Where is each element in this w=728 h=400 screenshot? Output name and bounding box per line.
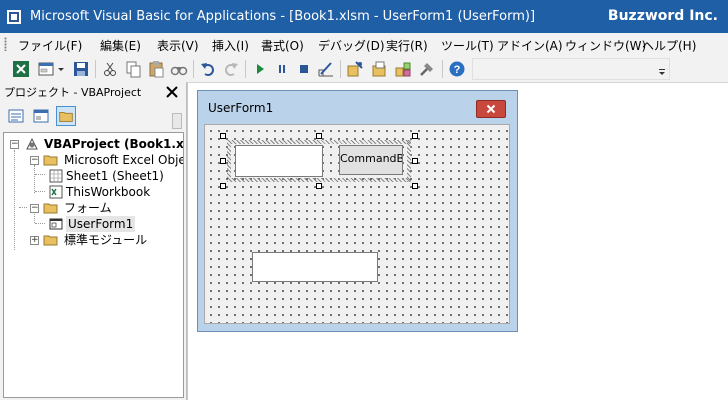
resize-handle[interactable] [220,158,226,164]
toolbox-icon[interactable] [418,60,436,78]
resize-handle[interactable] [316,183,322,189]
excel-icon[interactable] [12,60,30,78]
tree-label: ThisWorkbook [66,185,151,199]
properties-icon[interactable] [370,60,388,78]
workbook-icon [49,185,63,199]
close-icon[interactable] [164,84,180,100]
help-icon[interactable]: ? [448,60,466,78]
menu-insert[interactable]: 挿入(I) [212,37,249,54]
toolbar-separator [193,60,194,78]
toggle-folders-icon[interactable] [56,106,76,126]
tree-label: フォーム [64,201,112,215]
undo-icon[interactable] [199,60,217,78]
worksheet-icon [49,169,63,183]
view-code-icon[interactable] [6,106,26,126]
collapse-toggle[interactable]: − [30,204,39,213]
chevron-down-icon[interactable] [57,60,65,78]
tree-label: VBAProject (Book1.xlsm) [44,137,184,151]
project-explorer-icon[interactable] [346,60,364,78]
svg-text:?: ? [454,64,461,76]
menu-run[interactable]: 実行(R) [386,37,428,54]
object-browser-icon[interactable] [394,60,412,78]
redo-icon[interactable] [222,60,240,78]
resize-handle[interactable] [412,133,418,139]
close-icon [486,104,496,114]
menu-tools[interactable]: ツール(T) [441,37,494,54]
expand-toggle[interactable]: + [30,236,39,245]
break-icon[interactable] [273,60,291,78]
copy-icon[interactable] [124,60,142,78]
tree-label: Sheet1 (Sheet1) [66,169,164,183]
design-mode-icon[interactable] [317,60,335,78]
tree-label: UserForm1 [66,216,136,232]
resize-handle[interactable] [220,133,226,139]
menu-format[interactable]: 書式(O) [261,37,304,54]
folder-open-icon [43,155,58,166]
toolbar-separator [95,60,96,78]
toolbar-separator [245,60,246,78]
panel-title: プロジェクト - VBAProject [4,86,142,99]
vbaproject-icon [26,137,38,150]
tree-item-modules[interactable]: + 標準モジュール [4,232,182,248]
vba-app-icon [7,10,21,24]
collapse-toggle[interactable]: − [30,156,39,165]
run-icon[interactable] [251,60,269,78]
userform-designer-window[interactable]: UserForm1 CommandB [197,90,518,332]
menu-edit[interactable]: 編集(E) [100,37,141,54]
tree-item-userform1[interactable]: UserForm1 [4,216,182,232]
tree-label: 標準モジュール [64,233,148,247]
menu-debug[interactable]: デバッグ(D) [318,37,385,54]
folder-closed-icon [43,235,58,246]
reset-icon[interactable] [295,60,313,78]
menu-bar: ファイル(F) 編集(E) 表示(V) 挿入(I) 書式(O) デバッグ(D) … [0,33,728,55]
textbox-2[interactable] [252,252,378,282]
position-size-box [472,58,670,80]
textbox-1[interactable] [235,145,323,177]
resize-handle[interactable] [412,183,418,189]
toolbar-separator [442,60,443,78]
tree-label: Microsoft Excel Objects [64,153,183,167]
tree-item-thisworkbook[interactable]: ThisWorkbook [4,184,182,200]
overflow-chevron-icon[interactable] [657,63,667,75]
panel-scroll-stub[interactable] [172,113,182,129]
form-title: UserForm1 [208,101,274,115]
insert-userform-icon[interactable] [37,60,55,78]
find-icon[interactable] [170,60,188,78]
tree-item-root[interactable]: − VBAProject (Book1.xlsm) [4,136,184,152]
resize-handle[interactable] [316,133,322,139]
tree-item-excel-objects[interactable]: − Microsoft Excel Objects [4,152,183,168]
cut-icon[interactable] [101,60,119,78]
title-bar: Microsoft Visual Basic for Applications … [0,0,728,33]
form-close-button[interactable] [476,100,506,118]
menu-help[interactable]: ヘルプ(H) [642,37,696,54]
resize-handle[interactable] [220,183,226,189]
save-icon[interactable] [72,60,90,78]
userform-icon [49,218,63,230]
resize-handle[interactable] [412,158,418,164]
toolbar-separator [340,60,341,78]
menu-addins[interactable]: アドイン(A) [497,37,563,54]
folder-open-icon [43,203,58,214]
menu-window[interactable]: ウィンドウ(W) [565,37,646,54]
project-tree: − VBAProject (Book1.xlsm) − Microsoft Ex… [3,132,184,398]
menu-file[interactable]: ファイル(F) [18,37,82,54]
standard-toolbar: ? [0,55,728,83]
brand-watermark: Buzzword Inc. [607,8,718,24]
form-design-canvas[interactable]: CommandB [204,124,510,324]
window-title: Microsoft Visual Basic for Applications … [30,9,536,24]
menu-grip[interactable] [4,37,7,51]
project-explorer-panel: プロジェクト - VBAProject − VBAProject (Book1.… [0,82,187,400]
collapse-toggle[interactable]: − [10,140,19,149]
tree-item-forms[interactable]: − フォーム [4,200,182,216]
paste-icon[interactable] [147,60,165,78]
tree-item-sheet1[interactable]: Sheet1 (Sheet1) [4,168,182,184]
command-button[interactable]: CommandB [339,145,403,175]
menu-view[interactable]: 表示(V) [157,37,199,54]
view-object-icon[interactable] [31,106,51,126]
